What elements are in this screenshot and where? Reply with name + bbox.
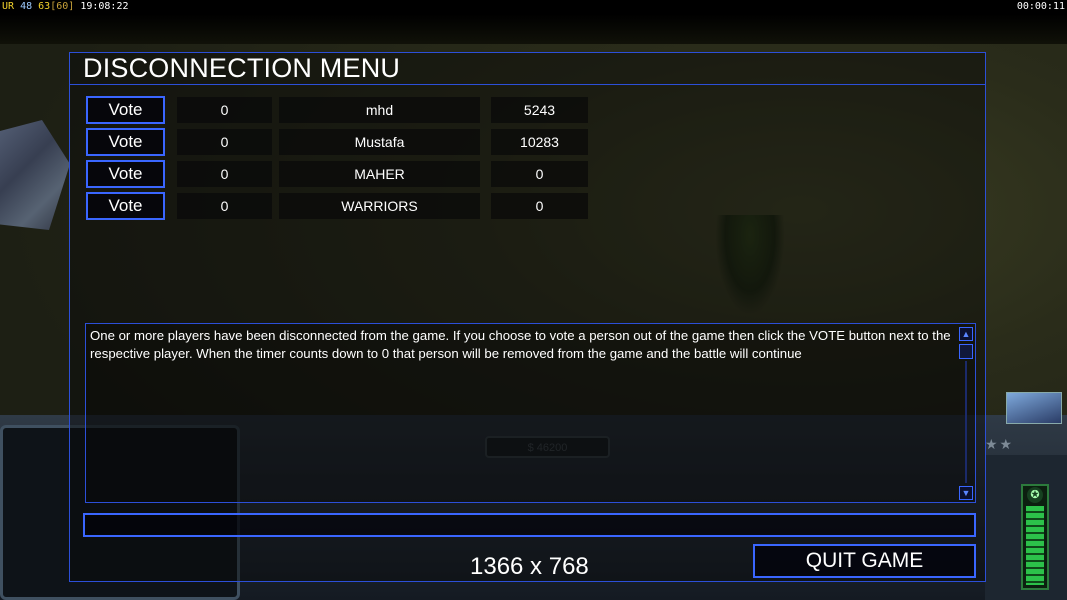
player-ping: 0 (491, 161, 588, 187)
elapsed-time: 00:00:11 (1016, 1, 1065, 12)
vote-button[interactable]: Vote (86, 160, 165, 188)
scrollbar-track[interactable] (965, 361, 967, 483)
power-meter: ✪ (1021, 484, 1049, 590)
status-bar: UR 48 63[60] 19:08:22 00:00:11 (0, 0, 1067, 14)
player-name: Mustafa (279, 129, 480, 155)
vote-timer: 0 (177, 129, 272, 155)
scroll-down-arrow-icon[interactable]: ▼ (959, 486, 973, 500)
player-name: MAHER (279, 161, 480, 187)
scroll-up-arrow-icon[interactable]: ▲ (959, 327, 973, 341)
chat-input[interactable] (83, 513, 976, 537)
player-name: WARRIORS (279, 193, 480, 219)
stat-b: 63 (38, 1, 51, 12)
fps-counter: [60] (50, 1, 75, 12)
player-ping: 5243 (491, 97, 588, 123)
player-ping: 0 (491, 193, 588, 219)
rank-stars-icon: ★★ (985, 436, 1015, 452)
quit-game-button[interactable]: QUIT GAME (753, 544, 976, 578)
top-letterbox (0, 14, 1067, 44)
vote-timer: 0 (177, 161, 272, 187)
vote-timer: 0 (177, 193, 272, 219)
satellite-icon[interactable] (1006, 392, 1062, 424)
stat-a: 48 (20, 1, 33, 12)
power-meter-fill (1026, 506, 1044, 585)
disconnection-dialog: DISCONNECTION MENU Vote 0 mhd 5243 Vote … (69, 52, 986, 582)
dialog-title: DISCONNECTION MENU (70, 53, 985, 85)
player-ping: 10283 (491, 129, 588, 155)
player-name: mhd (279, 97, 480, 123)
disconnect-message: One or more players have been disconnect… (90, 328, 951, 361)
vote-button[interactable]: Vote (86, 128, 165, 156)
vote-timer: 0 (177, 97, 272, 123)
scrollbar-thumb[interactable] (959, 344, 973, 359)
resolution-label: 1366 x 768 (470, 553, 589, 580)
ur-label: UR (2, 1, 15, 12)
vote-button[interactable]: Vote (86, 96, 165, 124)
power-star-icon: ✪ (1027, 487, 1043, 503)
vote-button[interactable]: Vote (86, 192, 165, 220)
clock: 19:08:22 (80, 1, 129, 12)
message-box: One or more players have been disconnect… (85, 323, 976, 503)
